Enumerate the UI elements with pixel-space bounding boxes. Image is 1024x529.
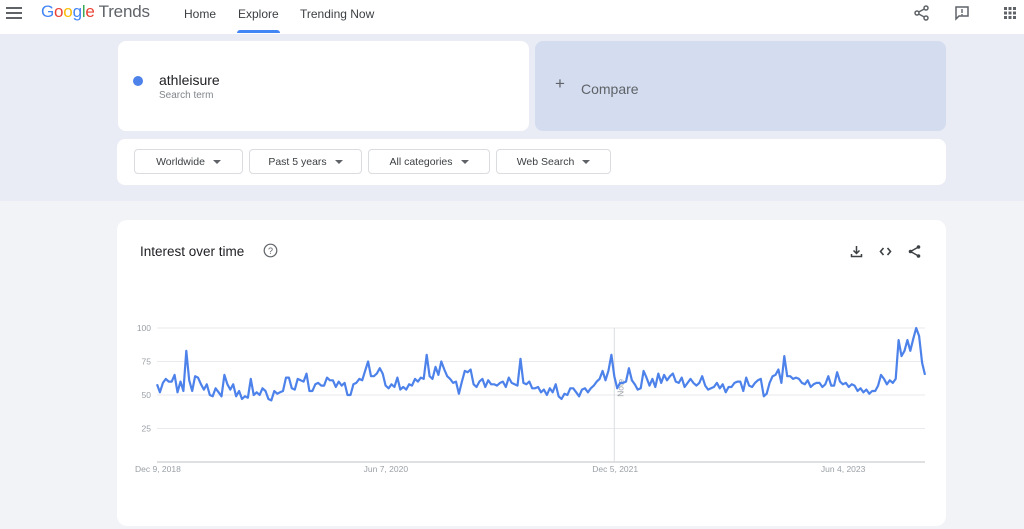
top-app-bar: Google Trends Home Explore Trending Now [0, 0, 1024, 34]
search-term[interactable]: athleisure [159, 72, 220, 88]
share-icon[interactable] [913, 4, 931, 22]
filter-region[interactable]: Worldwide [134, 149, 243, 174]
feedback-icon[interactable] [953, 4, 971, 22]
plus-icon: + [555, 74, 565, 93]
filter-time-label: Past 5 years [268, 155, 327, 168]
apps-grid-icon[interactable] [1001, 4, 1019, 22]
menu-icon[interactable] [6, 5, 22, 21]
compare-button[interactable]: + Compare [535, 41, 946, 131]
logo-product: Trends [98, 2, 150, 21]
term-color-dot [133, 76, 143, 86]
nav-trending-now[interactable]: Trending Now [300, 7, 374, 21]
y-tick-label: 75 [142, 357, 152, 367]
filter-search-type[interactable]: Web Search [496, 149, 611, 174]
filter-category-label: All categories [389, 155, 453, 168]
filter-search-type-label: Web Search [516, 155, 575, 168]
logo-google: Google [41, 2, 95, 21]
compare-label: Compare [581, 81, 639, 97]
search-term-card[interactable]: athleisure Search term [118, 41, 529, 131]
search-term-sublabel: Search term [159, 90, 214, 101]
caret-down-icon [582, 159, 591, 164]
nav-home[interactable]: Home [184, 7, 216, 21]
filter-time-range[interactable]: Past 5 years [249, 149, 362, 174]
interest-line-chart: 25 50 75 100 Dec 9, 2018 Jun 7, 2020 Dec 5, 2… [135, 323, 927, 474]
caret-down-icon [460, 159, 469, 164]
x-tick-label: Dec 9, 2018 [135, 464, 181, 474]
caret-down-icon [334, 159, 343, 164]
caret-down-icon [212, 159, 221, 164]
interest-over-time-card: Interest over time ? 25 50 75 100 Dec 9, 20… [117, 220, 946, 526]
y-tick-label: 100 [137, 323, 151, 333]
filter-region-label: Worldwide [156, 155, 205, 168]
series-line-athleisure [155, 326, 927, 402]
y-tick-label: 25 [142, 424, 152, 434]
x-tick-label: Dec 5, 2021 [592, 464, 638, 474]
x-tick-label: Jun 7, 2020 [364, 464, 409, 474]
google-trends-logo[interactable]: Google Trends [41, 2, 150, 22]
filters-bar: Worldwide Past 5 years All categories We… [117, 139, 946, 185]
y-tick-label: 50 [142, 390, 152, 400]
filter-category[interactable]: All categories [368, 149, 490, 174]
x-tick-label: Jun 4, 2023 [821, 464, 866, 474]
nav-explore[interactable]: Explore [237, 7, 280, 33]
